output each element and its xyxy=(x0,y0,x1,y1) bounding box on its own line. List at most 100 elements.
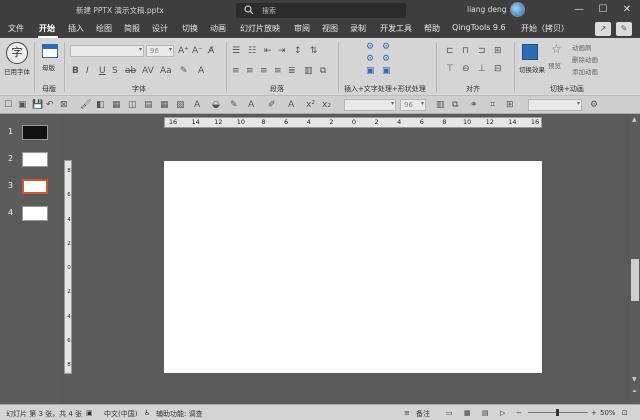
undo-icon[interactable]: ↶ xyxy=(46,100,54,110)
settings-icon[interactable]: ⚙ xyxy=(590,100,598,110)
notes-button[interactable]: 备注 xyxy=(416,409,430,419)
tab-insert[interactable]: 插入 xyxy=(68,23,84,34)
minimize-button[interactable]: — xyxy=(570,1,588,19)
scroll-up-icon[interactable]: ▲ xyxy=(632,116,637,123)
arrange-icon[interactable]: ⊞ xyxy=(506,100,514,110)
grow-font-icon[interactable]: A⁺ xyxy=(178,46,189,56)
fit-window-icon[interactable]: ⊡ xyxy=(622,409,628,417)
grid-icon[interactable]: ▦ xyxy=(112,100,121,110)
text-direction-icon[interactable]: ⇅ xyxy=(310,46,318,56)
shapes-icon[interactable]: ◫ xyxy=(128,100,137,110)
shrink-font-icon[interactable]: A⁻ xyxy=(192,46,203,56)
tab-brief[interactable]: 简报 xyxy=(124,23,140,34)
align-left-icon[interactable]: ≡ xyxy=(232,66,240,76)
clear-format-icon[interactable]: A̸ xyxy=(208,46,214,56)
smartart-icon[interactable]: ⧉ xyxy=(320,66,326,76)
prev-slide-icon[interactable]: ⏶ xyxy=(632,388,637,396)
select-icon[interactable]: ▣ xyxy=(18,100,27,110)
align-right-icon[interactable]: ≡ xyxy=(260,66,268,76)
zoom-in-icon[interactable]: + xyxy=(591,409,597,417)
fill-icon[interactable]: ◒ xyxy=(212,100,220,110)
align-left-objects-icon[interactable]: ⊏ xyxy=(446,46,454,56)
textbox-icon[interactable]: A xyxy=(194,100,200,110)
zoom-out-icon[interactable]: − xyxy=(516,409,522,417)
user-name[interactable]: liang deng xyxy=(467,5,507,14)
chart-icon[interactable]: ▤ xyxy=(144,100,153,110)
columns-icon[interactable]: ▥ xyxy=(304,66,313,76)
scrollbar-thumb[interactable] xyxy=(631,259,639,301)
search-box[interactable]: 搜索 xyxy=(236,3,406,18)
group-icon[interactable]: ⧉ xyxy=(452,100,458,110)
slide-thumbnail[interactable] xyxy=(22,152,48,167)
remove-anim-button[interactable]: 删除动画 xyxy=(572,54,598,64)
transition-effect-icon[interactable] xyxy=(522,44,538,60)
font-name-combo[interactable]: ▾ xyxy=(70,45,144,57)
sorter-view-icon[interactable]: ▦ xyxy=(464,409,471,417)
preview-button[interactable]: 预览 xyxy=(548,60,561,70)
delete-icon[interactable]: ⊠ xyxy=(60,100,68,110)
subscript-icon[interactable]: x₂ xyxy=(322,100,331,110)
qat-font-combo[interactable]: ▾ xyxy=(344,99,396,111)
close-button[interactable]: ✕ xyxy=(618,1,636,19)
slide-thumbnail[interactable] xyxy=(22,206,48,221)
align-center-icon[interactable]: ≡ xyxy=(246,66,254,76)
image-tool-icon[interactable]: ▣ xyxy=(382,66,391,76)
pen-icon[interactable]: ✎ xyxy=(230,100,238,110)
slide-thumbnail[interactable] xyxy=(22,125,48,140)
zoom-level[interactable]: 50% xyxy=(600,409,616,417)
scroll-down-icon[interactable]: ▼ xyxy=(632,376,637,383)
reading-view-icon[interactable]: ▤ xyxy=(482,409,489,417)
align-bottom-icon[interactable]: ⊥ xyxy=(478,64,486,74)
qat-size-combo[interactable]: 96 ▾ xyxy=(400,99,426,111)
save-icon[interactable]: 💾 xyxy=(32,100,43,110)
increase-indent-icon[interactable]: ⇥ xyxy=(278,46,286,56)
change-case-icon[interactable]: Aa xyxy=(160,66,172,76)
zoom-slider-handle[interactable] xyxy=(556,409,559,416)
master-icon[interactable] xyxy=(42,44,58,58)
tab-help[interactable]: 帮助 xyxy=(424,23,440,34)
normal-view-icon[interactable]: ▭ xyxy=(446,409,453,417)
distribute-icon[interactable]: ≣ xyxy=(288,66,296,76)
align-right-objects-icon[interactable]: ⊐ xyxy=(478,46,486,56)
layers-icon[interactable]: ◧ xyxy=(96,100,105,110)
tab-slideshow[interactable]: 幻灯片放映 xyxy=(240,23,280,34)
qat-style-combo[interactable]: ▾ xyxy=(528,99,582,111)
tab-review[interactable]: 审阅 xyxy=(294,23,310,34)
bullets-icon[interactable]: ☰ xyxy=(232,46,240,56)
avatar[interactable] xyxy=(510,2,525,17)
highlight-icon[interactable]: ✎ xyxy=(180,66,188,76)
font-color-icon[interactable]: A xyxy=(198,66,204,76)
tab-draw[interactable]: 绘图 xyxy=(96,23,112,34)
tab-file[interactable]: 文件 xyxy=(8,23,24,34)
master-button[interactable]: 母版 xyxy=(42,62,55,72)
vertical-scrollbar[interactable]: ▲ ▼ ⏶ xyxy=(630,114,640,404)
slide-thumbnail-selected[interactable] xyxy=(22,179,48,194)
italic-icon[interactable]: I xyxy=(86,66,89,76)
bold-icon[interactable]: B xyxy=(72,66,79,76)
font-color-icon[interactable]: A xyxy=(248,100,254,110)
align-middle-icon[interactable]: ⊖ xyxy=(462,64,470,74)
text-tool-icon[interactable]: ⚙ xyxy=(366,54,374,64)
language-indicator[interactable]: 中文(中国) xyxy=(104,409,137,419)
shape-tool-icon[interactable]: ⚙ xyxy=(382,42,390,52)
align-center-objects-icon[interactable]: ⊓ xyxy=(462,46,469,56)
brush-icon[interactable]: 🖌 xyxy=(80,100,91,110)
crop-icon[interactable]: ⌗ xyxy=(490,100,495,110)
recent-font-button[interactable]: 已用字体 xyxy=(4,66,30,76)
line-spacing-icon[interactable]: ↕ xyxy=(294,46,302,56)
align-top-icon[interactable]: ⊤ xyxy=(446,64,454,74)
strikethrough-icon[interactable]: ab xyxy=(125,66,136,76)
justify-icon[interactable]: ≡ xyxy=(274,66,282,76)
tab-transitions[interactable]: 切换 xyxy=(182,23,198,34)
font-size-combo[interactable]: 96 ▾ xyxy=(146,45,174,57)
distribute-objects-icon[interactable]: ⊞ xyxy=(494,46,502,56)
anim-painter-button[interactable]: 动画刷 xyxy=(572,42,592,52)
numbering-icon[interactable]: ☷ xyxy=(248,46,256,56)
tab-view[interactable]: 视图 xyxy=(322,23,338,34)
font-color-icon[interactable]: A xyxy=(288,100,294,110)
tab-animations[interactable]: 动画 xyxy=(210,23,226,34)
align-left-icon[interactable]: ▥ xyxy=(436,100,445,110)
spellcheck-icon[interactable]: ▣ xyxy=(86,409,93,417)
distribute-vertical-icon[interactable]: ⊟ xyxy=(494,64,502,74)
table-icon[interactable]: ▦ xyxy=(160,100,169,110)
